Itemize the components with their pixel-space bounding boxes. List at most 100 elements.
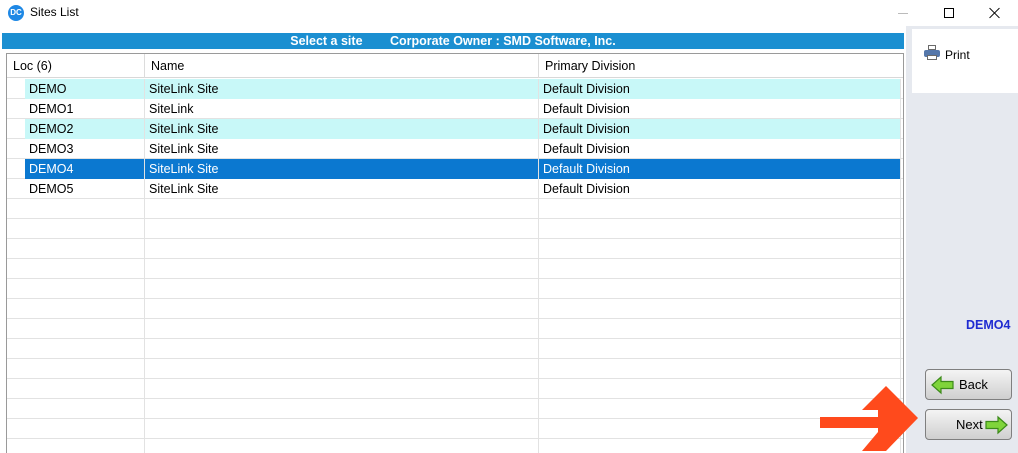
printer-icon — [924, 45, 940, 60]
empty-row — [7, 259, 903, 279]
orange-pointer-arrow-icon — [820, 386, 918, 451]
maximize-icon — [944, 8, 954, 18]
column-header-loc[interactable]: Loc (6) — [7, 54, 145, 78]
empty-cell — [145, 239, 539, 259]
next-label: Next — [956, 417, 983, 432]
empty-row — [7, 239, 903, 259]
window-title: Sites List — [30, 5, 79, 19]
cell-loc: DEMO3 — [25, 139, 145, 159]
cell-name: SiteLink Site — [145, 139, 539, 159]
empty-cell — [145, 379, 539, 399]
table-row[interactable]: DEMO SiteLink Site Default Division — [7, 79, 903, 99]
empty-row — [7, 319, 903, 339]
empty-row — [7, 379, 903, 399]
cell-loc: DEMO2 — [25, 119, 145, 139]
empty-cell — [7, 279, 145, 299]
empty-row — [7, 199, 903, 219]
empty-cell — [7, 419, 145, 439]
table-row[interactable]: DEMO1 SiteLink Default Division — [7, 99, 903, 119]
cell-division: Default Division — [539, 179, 901, 199]
empty-cell — [7, 399, 145, 419]
empty-row — [7, 339, 903, 359]
print-button[interactable]: Print — [912, 29, 1018, 93]
empty-cell — [145, 199, 539, 219]
empty-cell — [539, 259, 901, 279]
maximize-button[interactable] — [926, 0, 972, 26]
close-button[interactable] — [972, 0, 1018, 26]
empty-cell — [539, 279, 901, 299]
table-row[interactable]: DEMO3 SiteLink Site Default Division — [7, 139, 903, 159]
cell-name: SiteLink Site — [145, 79, 539, 99]
empty-row — [7, 419, 903, 439]
empty-cell — [539, 319, 901, 339]
cell-loc: DEMO1 — [25, 99, 145, 119]
empty-cell — [7, 219, 145, 239]
empty-cell — [7, 339, 145, 359]
green-left-arrow-icon — [931, 375, 954, 395]
app-logo-icon: DC — [8, 5, 24, 21]
table-row[interactable]: DEMO2 SiteLink Site Default Division — [7, 119, 903, 139]
empty-cell — [539, 199, 901, 219]
cell-loc: DEMO4 — [25, 159, 145, 179]
empty-cell — [145, 399, 539, 419]
empty-cell — [7, 439, 145, 453]
sites-panel: Select a site Corporate Owner : SMD Soft… — [0, 32, 906, 453]
table-row[interactable]: DEMO4 SiteLink Site Default Division — [7, 159, 903, 179]
empty-cell — [539, 239, 901, 259]
cell-division: Default Division — [539, 79, 901, 99]
action-panel: Print DEMO4 Back Next — [906, 26, 1018, 453]
empty-cell — [145, 319, 539, 339]
empty-cell — [145, 259, 539, 279]
empty-row — [7, 359, 903, 379]
empty-cell — [539, 299, 901, 319]
column-header-name[interactable]: Name — [145, 54, 539, 78]
cell-loc: DEMO — [25, 79, 145, 99]
empty-row — [7, 439, 903, 453]
title-bar: DC Sites List — [0, 0, 1018, 26]
cell-division: Default Division — [539, 119, 901, 139]
empty-cell — [145, 439, 539, 453]
column-header-division[interactable]: Primary Division — [539, 54, 903, 78]
green-right-arrow-icon — [985, 415, 1008, 435]
empty-cell — [145, 359, 539, 379]
empty-row — [7, 279, 903, 299]
empty-cell — [539, 219, 901, 239]
empty-cell — [7, 199, 145, 219]
back-button[interactable]: Back — [925, 369, 1012, 400]
empty-row — [7, 219, 903, 239]
cell-name: SiteLink Site — [145, 119, 539, 139]
next-button[interactable]: Next — [925, 409, 1012, 440]
empty-cell — [145, 299, 539, 319]
empty-cell — [7, 359, 145, 379]
minimize-button[interactable] — [880, 0, 926, 26]
empty-cell — [7, 239, 145, 259]
selection-banner: Select a site Corporate Owner : SMD Soft… — [2, 33, 904, 49]
cell-name: SiteLink — [145, 99, 539, 119]
banner-instruction: Select a site — [290, 34, 363, 48]
cell-loc: DEMO5 — [25, 179, 145, 199]
empty-row — [7, 399, 903, 419]
empty-cell — [7, 319, 145, 339]
empty-cell — [539, 339, 901, 359]
cell-division: Default Division — [539, 139, 901, 159]
table-row[interactable]: DEMO5 SiteLink Site Default Division — [7, 179, 903, 199]
empty-cell — [7, 299, 145, 319]
cell-name: SiteLink Site — [145, 159, 539, 179]
grid-header: Loc (6) Name Primary Division — [7, 54, 903, 78]
empty-cell — [145, 279, 539, 299]
cell-division: Default Division — [539, 159, 901, 179]
cell-name: SiteLink Site — [145, 179, 539, 199]
empty-cell — [145, 339, 539, 359]
close-icon — [989, 7, 1001, 19]
empty-cell — [145, 219, 539, 239]
minimize-icon — [898, 12, 908, 14]
sites-grid[interactable]: Loc (6) Name Primary Division DEMO SiteLi… — [6, 53, 904, 453]
empty-row — [7, 299, 903, 319]
cell-division: Default Division — [539, 99, 901, 119]
empty-cell — [7, 379, 145, 399]
back-label: Back — [959, 377, 988, 392]
empty-cell — [7, 259, 145, 279]
empty-cell — [539, 359, 901, 379]
selected-site-code: DEMO4 — [966, 318, 1011, 332]
banner-owner: Corporate Owner : SMD Software, Inc. — [390, 34, 616, 48]
